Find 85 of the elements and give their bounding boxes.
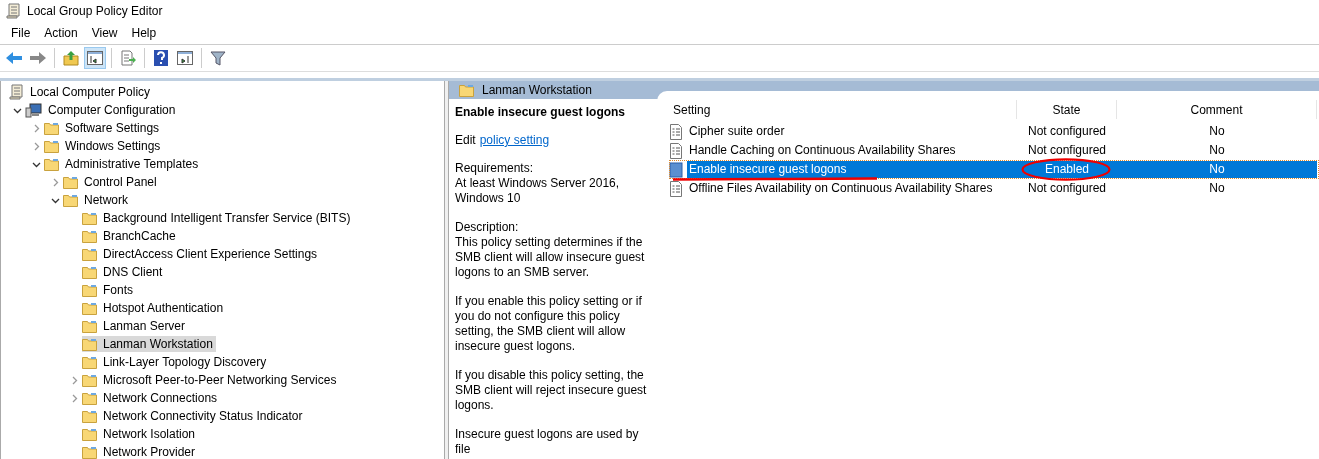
help-icon <box>154 50 168 66</box>
description-text: Insecure guest logons are used by file <box>455 427 640 457</box>
tree-item[interactable]: DirectAccess Client Experience Settings <box>82 246 321 262</box>
state-cell-text: Not configured <box>1026 142 1107 159</box>
back-arrow-icon <box>5 51 23 65</box>
folder-icon <box>82 373 97 387</box>
forward-arrow-icon <box>29 51 47 65</box>
folder-icon <box>82 283 97 297</box>
tree-item[interactable]: Lanman Workstation <box>82 336 216 352</box>
scroll-icon <box>9 84 24 100</box>
folder-icon <box>82 427 97 441</box>
tree-item[interactable]: Lanman Server <box>82 318 189 334</box>
computer-icon <box>25 102 42 118</box>
tree-item[interactable]: Windows Settings <box>44 138 164 154</box>
pane-header-title: Lanman Workstation <box>482 83 592 97</box>
tree-item[interactable]: Computer Configuration <box>25 102 179 118</box>
tree-item[interactable]: Software Settings <box>44 120 163 136</box>
comment-cell: No <box>1117 161 1317 178</box>
console-tree-icon <box>87 51 103 65</box>
folder-icon <box>44 121 59 135</box>
policy-setting-link[interactable]: policy setting <box>479 133 550 147</box>
tree-item[interactable]: Hotspot Authentication <box>82 300 227 316</box>
folder-icon <box>82 319 97 333</box>
window-title: Local Group Policy Editor <box>27 4 163 18</box>
folder-icon <box>82 391 97 405</box>
tree-item[interactable]: Background Intelligent Transfer Service (BITS) <box>82 210 354 226</box>
description-text: If you enable this policy setting or if you do not configure this policy setting, the SMB client will allow insecure guest logons. <box>455 294 643 354</box>
menu-item[interactable]: File <box>4 24 38 42</box>
tree-item[interactable]: Microsoft Peer-to-Peer Networking Services <box>82 372 340 388</box>
description-text: Description: This policy setting determines if the SMB client will allow insecure guest logons to an SMB server. <box>455 220 646 280</box>
toolbar-button[interactable] <box>84 47 106 69</box>
action-pane-icon <box>177 51 193 65</box>
folder-icon <box>63 175 78 189</box>
setting-icon <box>669 123 683 140</box>
folder-icon <box>82 409 97 423</box>
export-list-icon <box>120 50 136 66</box>
description-text: Requirements: At least Windows Server 2016, Windows 10 <box>455 161 621 206</box>
folder-icon <box>44 157 59 171</box>
tree-item[interactable]: Network Connections <box>82 390 221 406</box>
folder-icon <box>44 139 59 153</box>
folder-icon <box>82 445 97 459</box>
menu-item[interactable]: View <box>84 24 125 42</box>
setting-icon <box>669 161 683 178</box>
folder-icon <box>82 211 97 225</box>
tree-item[interactable]: Link-Layer Topology Discovery <box>82 354 270 370</box>
menu-item[interactable]: Help <box>124 24 164 42</box>
setting-name[interactable]: Offline Files Availability on Continuous Availability Shares <box>687 180 995 197</box>
column-header[interactable]: Comment <box>1117 100 1317 119</box>
tree-item[interactable]: Administrative Templates <box>44 156 202 172</box>
comment-cell-text: No <box>1208 180 1226 197</box>
folder-icon <box>82 265 97 279</box>
tree-item[interactable]: Network Connectivity Status Indicator <box>82 408 306 424</box>
setting-name[interactable]: Enable insecure guest logons <box>687 161 1017 178</box>
setting-name[interactable]: Handle Caching on Continuous Availability Shares <box>687 142 958 159</box>
edit-label: Edit <box>455 133 476 147</box>
folder-up-icon <box>63 50 79 66</box>
comment-cell-text: No <box>1208 142 1226 159</box>
menu-item[interactable]: Action <box>37 24 85 42</box>
setting-icon <box>669 142 683 159</box>
folder-icon <box>82 355 97 369</box>
folder-icon <box>82 301 97 315</box>
description-text: If you disable this policy setting, the SMB client will reject insecure guest logons. <box>455 368 648 413</box>
tree-item[interactable]: Control Panel <box>63 174 160 190</box>
setting-name[interactable]: Cipher suite order <box>687 123 787 140</box>
tree-item[interactable]: Local Computer Policy <box>9 84 154 100</box>
tree-item[interactable]: Network <box>63 192 131 208</box>
tree-item[interactable]: BranchCache <box>82 228 179 244</box>
tree-item[interactable]: DNS Client <box>82 264 166 280</box>
state-cell-text: Not configured <box>1026 123 1107 140</box>
comment-cell-text: No <box>1208 123 1226 140</box>
folder-icon <box>82 247 97 261</box>
folder-icon <box>82 337 97 351</box>
tree-item[interactable]: Network Provider <box>82 444 199 459</box>
folder-icon <box>63 193 78 207</box>
scroll-icon <box>6 3 21 19</box>
column-header[interactable]: State <box>1017 100 1117 119</box>
filter-icon <box>210 50 226 66</box>
policy-title: Enable insecure guest logons <box>455 105 627 119</box>
setting-icon <box>669 180 683 197</box>
state-cell-text: Not configured <box>1026 180 1107 197</box>
column-header[interactable]: Setting <box>669 100 1017 119</box>
folder-icon <box>459 83 474 97</box>
folder-icon <box>82 229 97 243</box>
tree-item[interactable]: Fonts <box>82 282 136 298</box>
tree-item[interactable]: Network Isolation <box>82 426 199 442</box>
